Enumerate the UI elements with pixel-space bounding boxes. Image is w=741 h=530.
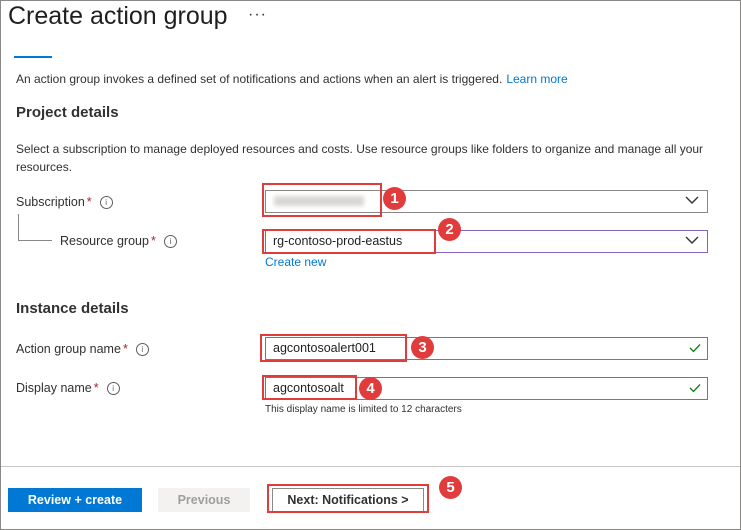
display-name-hint: This display name is limited to 12 chara… xyxy=(265,404,462,415)
resource-group-label: Resource group * i xyxy=(60,234,177,248)
subscription-label: Subscription * i xyxy=(16,195,113,209)
info-icon[interactable]: i xyxy=(163,235,177,248)
callout-number-4: 4 xyxy=(359,377,382,400)
callout-box-subscription xyxy=(262,183,382,217)
action-group-name-label: Action group name * i xyxy=(16,342,149,356)
more-options-icon[interactable]: ··· xyxy=(248,6,267,24)
callout-number-3: 3 xyxy=(411,336,434,359)
callout-box-display-name xyxy=(262,375,357,400)
callout-box-resource-group xyxy=(262,229,436,254)
create-new-link[interactable]: Create new xyxy=(265,255,326,269)
checkmark-icon xyxy=(689,384,701,393)
chevron-down-icon xyxy=(685,196,699,204)
display-name-label: Display name * i xyxy=(16,381,120,395)
callout-box-action-group-name xyxy=(260,334,407,362)
callout-box-next-button xyxy=(267,484,429,513)
instance-details-heading: Instance details xyxy=(16,300,129,317)
callout-number-1: 1 xyxy=(383,187,406,210)
required-marker: * xyxy=(122,342,128,356)
chevron-down-icon xyxy=(685,236,699,244)
callout-number-5: 5 xyxy=(439,476,462,499)
required-marker: * xyxy=(93,381,99,395)
intro-description: An action group invokes a defined set of… xyxy=(16,72,503,86)
intro-text: An action group invokes a defined set of… xyxy=(16,72,568,86)
project-details-description: Select a subscription to manage deployed… xyxy=(16,142,704,174)
active-tab-indicator xyxy=(14,56,52,58)
learn-more-link[interactable]: Learn more xyxy=(506,72,567,86)
required-marker: * xyxy=(86,195,92,209)
project-details-heading: Project details xyxy=(16,104,119,121)
required-marker: * xyxy=(150,234,156,248)
info-icon[interactable]: i xyxy=(99,196,113,209)
callout-number-2: 2 xyxy=(438,218,461,241)
tree-connector-horizontal xyxy=(18,240,52,241)
footer-divider xyxy=(1,466,740,467)
page-title: Create action group xyxy=(8,2,228,30)
checkmark-icon xyxy=(689,344,701,353)
info-icon[interactable]: i xyxy=(135,343,149,356)
tree-connector xyxy=(18,214,19,240)
info-icon[interactable]: i xyxy=(106,382,120,395)
previous-button[interactable]: Previous xyxy=(158,488,250,512)
review-create-button[interactable]: Review + create xyxy=(8,488,142,512)
